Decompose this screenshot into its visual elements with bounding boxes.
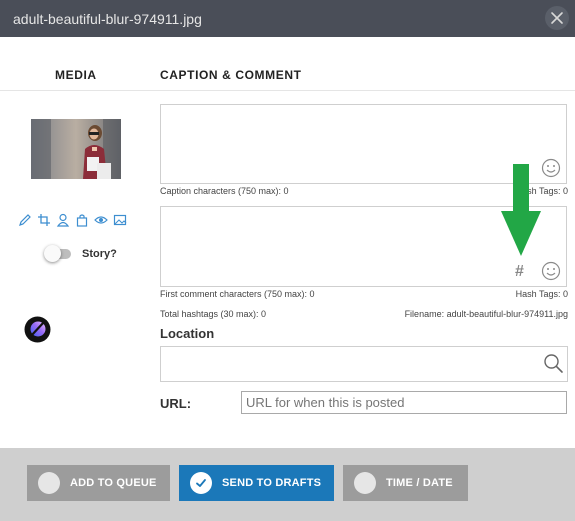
preview-tool[interactable] — [93, 212, 108, 227]
comment-char-count: First comment characters (750 max): 0 — [160, 289, 315, 299]
add-to-queue-label: ADD TO QUEUE — [70, 477, 157, 489]
tag-people-tool[interactable] — [55, 212, 70, 227]
time-date-button[interactable]: TIME / DATE — [343, 465, 468, 501]
edit-tool[interactable] — [17, 212, 32, 227]
caption-char-count: Caption characters (750 max): 0 — [160, 186, 289, 196]
eye-icon — [93, 215, 108, 224]
send-to-drafts-button[interactable]: SEND TO DRAFTS — [179, 465, 334, 501]
story-option: Story? — [44, 245, 117, 262]
time-radio-icon — [354, 472, 376, 494]
media-heading: MEDIA — [55, 68, 97, 82]
shopping-tool[interactable] — [74, 212, 89, 227]
url-label: URL: — [160, 396, 192, 411]
total-hashtags: Total hashtags (30 max): 0 — [160, 309, 267, 319]
location-label: Location — [160, 326, 215, 341]
pencil-icon — [18, 213, 31, 226]
time-date-label: TIME / DATE — [386, 477, 453, 489]
comment-hashtag-count: Hash Tags: 0 — [515, 289, 568, 299]
toggle-knob — [44, 245, 61, 262]
close-icon — [551, 12, 563, 24]
caption-comment-heading: CAPTION & COMMENT — [160, 68, 302, 82]
title-bar: adult-beautiful-blur-974911.jpg — [0, 0, 575, 37]
app-logo-icon — [24, 316, 51, 343]
crop-tool[interactable] — [36, 212, 51, 227]
image-tool[interactable] — [112, 212, 127, 227]
thumbnail-image — [31, 119, 121, 179]
story-toggle[interactable] — [44, 245, 73, 262]
check-icon — [190, 472, 212, 494]
caption-emoji-icon[interactable] — [541, 158, 561, 178]
person-tag-icon — [56, 213, 69, 227]
image-icon — [113, 214, 126, 225]
add-to-queue-button[interactable]: ADD TO QUEUE — [27, 465, 170, 501]
filename-label: Filename: adult-beautiful-blur-974911.jp… — [404, 309, 568, 319]
story-label: Story? — [82, 247, 117, 260]
close-button[interactable] — [545, 6, 569, 30]
comment-emoji-icon[interactable] — [541, 261, 561, 281]
search-icon[interactable] — [543, 353, 564, 374]
bag-icon — [76, 213, 87, 227]
media-tools — [17, 212, 127, 227]
header-divider — [0, 90, 575, 91]
location-input[interactable] — [160, 346, 568, 382]
queue-radio-icon — [38, 472, 60, 494]
crop-icon — [37, 213, 50, 226]
send-to-drafts-label: SEND TO DRAFTS — [222, 477, 322, 489]
hashtag-button[interactable]: # — [515, 263, 524, 281]
url-input[interactable] — [241, 391, 567, 414]
media-thumbnail[interactable] — [31, 119, 121, 179]
window-title: adult-beautiful-blur-974911.jpg — [13, 11, 202, 27]
green-arrow-icon — [501, 164, 541, 256]
